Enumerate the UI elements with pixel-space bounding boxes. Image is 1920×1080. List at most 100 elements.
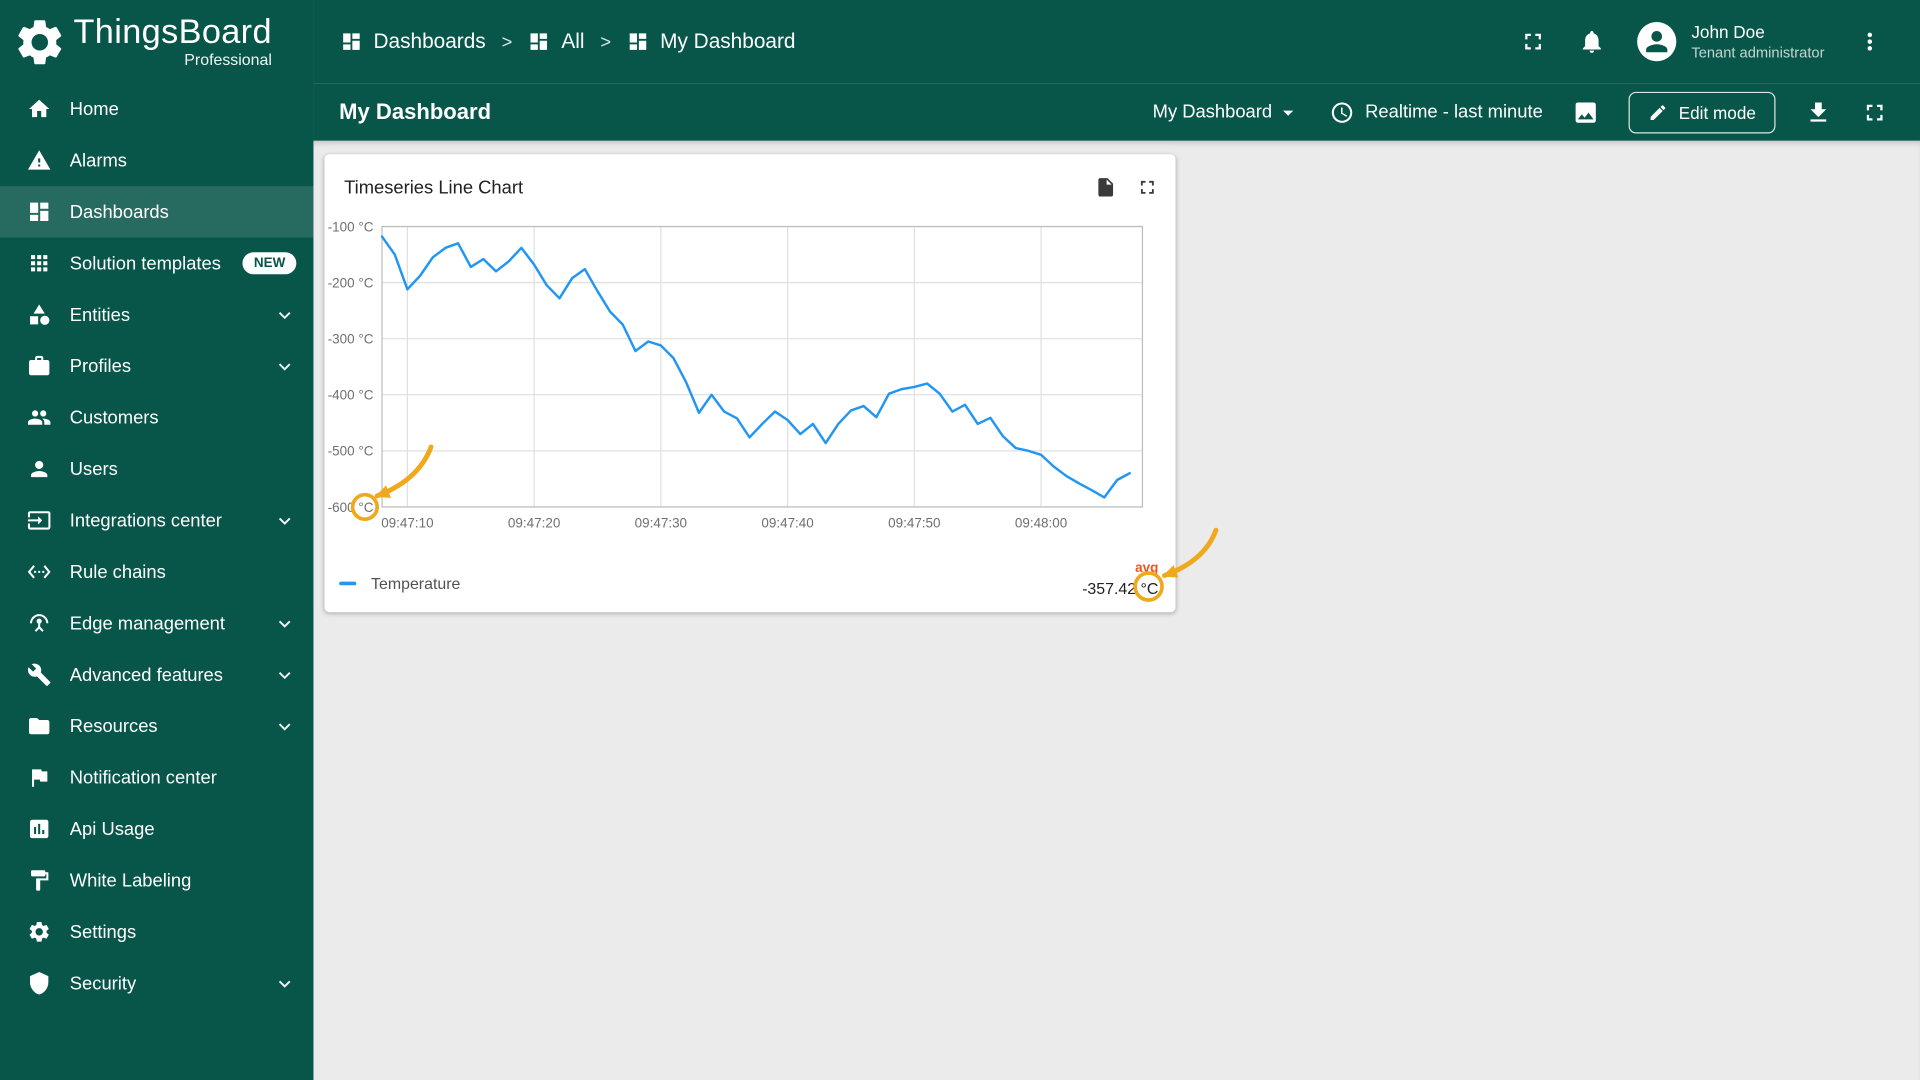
kebab-menu-icon xyxy=(1867,32,1873,51)
advanced-features-icon xyxy=(27,663,51,686)
sidebar-item-label: White Labeling xyxy=(69,870,192,891)
thingsboard-logo[interactable]: ThingsBoard Professional xyxy=(0,0,313,83)
edit-mode-button[interactable]: Edit mode xyxy=(1628,91,1776,133)
dashboard-select[interactable]: My Dashboard xyxy=(1153,100,1301,124)
sidebar-item-users[interactable]: Users xyxy=(0,443,313,494)
settings-icon xyxy=(29,922,49,942)
sidebar-item-resources[interactable]: Resources xyxy=(0,700,313,751)
header: Dashboards > All > My Dashboard John Doe Ten… xyxy=(313,0,1920,84)
app-root: ThingsBoard Professional Home Alarms Dashb… xyxy=(0,0,1920,1080)
fullscreen-button[interactable] xyxy=(1520,28,1547,55)
home-icon xyxy=(28,99,50,118)
breadcrumb-label: All xyxy=(561,29,585,53)
breadcrumb-item-my-dashboard[interactable]: My Dashboard xyxy=(627,29,796,53)
notification-center-icon xyxy=(32,769,48,787)
sidebar-item-profiles[interactable]: Profiles xyxy=(0,340,313,391)
download-button[interactable] xyxy=(1805,99,1832,126)
sidebar-item-integrations-center[interactable]: Integrations center xyxy=(0,495,313,546)
sidebar-item-notification-center[interactable]: Notification center xyxy=(0,752,313,803)
legend-series-name: Temperature xyxy=(371,574,461,593)
breadcrumb-separator: > xyxy=(501,31,513,53)
profiles-icon xyxy=(28,355,50,376)
widget-header: Timeseries Line Chart xyxy=(324,154,1175,198)
integrations-center-icon xyxy=(27,511,51,530)
sidebar-item-entities[interactable]: Entities xyxy=(0,289,313,340)
svg-text:09:48:00: 09:48:00 xyxy=(1015,516,1067,531)
sidebar-item-label: Profiles xyxy=(69,355,132,377)
toolbar-fullscreen-button[interactable] xyxy=(1861,99,1888,126)
sidebar-item-rule-chains[interactable]: Rule chains xyxy=(0,546,313,597)
sidebar-item-label: Dashboards xyxy=(69,201,169,223)
new-badge: NEW xyxy=(242,252,297,275)
avg-label: avg xyxy=(1135,560,1159,576)
user-role: Tenant administrator xyxy=(1691,44,1825,62)
fullscreen-icon xyxy=(1525,33,1542,50)
sidebar-item-solution-templates[interactable]: Solution templates NEW xyxy=(0,238,313,289)
dashboard-icon xyxy=(531,33,548,50)
api-usage-icon xyxy=(30,819,49,839)
svg-text:09:47:50: 09:47:50 xyxy=(888,516,940,531)
header-actions: John Doe Tenant administrator xyxy=(1520,22,1883,62)
sidebar-item-settings[interactable]: Settings xyxy=(0,906,313,957)
chevron-down-icon xyxy=(278,311,291,319)
dashboard-title: My Dashboard xyxy=(339,99,492,124)
sidebar-item-home[interactable]: Home xyxy=(0,83,313,134)
toolbar-actions: My Dashboard Realtime - last minute Edit… xyxy=(1153,91,1888,133)
sidebar-item-label: Settings xyxy=(69,921,137,943)
timeseries-chart: -100 °C -200 °C -300 °C -400 °C -500 °C -600 … xyxy=(328,219,1144,531)
sidebar-item-advanced-features[interactable]: Advanced features xyxy=(0,649,313,700)
sidebar-item-label: Api Usage xyxy=(69,818,155,840)
breadcrumb-label: Dashboards xyxy=(373,29,486,53)
sidebar-item-edge-management[interactable]: Edge management xyxy=(0,598,313,649)
export-widget-button[interactable] xyxy=(1095,176,1117,198)
sidebar-item-label: Resources xyxy=(69,715,158,737)
export-file-icon xyxy=(1098,178,1114,197)
timewindow-label: Realtime - last minute xyxy=(1365,101,1543,123)
background-image-button[interactable] xyxy=(1572,99,1599,126)
avg-value: -357.42 °C xyxy=(1082,579,1159,598)
dashboard-toolbar: My Dashboard My Dashboard Realtime - las… xyxy=(313,83,1920,141)
avatar xyxy=(1637,22,1677,62)
dashboards-icon xyxy=(30,202,49,222)
sidebar-item-customers[interactable]: Customers xyxy=(0,392,313,443)
sidebar-item-label: Entities xyxy=(69,304,131,326)
users-icon xyxy=(31,460,48,478)
legend-aggregation: avg -357.42 °C xyxy=(1082,561,1158,598)
white-labeling-icon xyxy=(31,870,49,891)
breadcrumb-item-dashboards[interactable]: Dashboards xyxy=(340,29,486,53)
more-menu-button[interactable] xyxy=(1856,28,1883,55)
svg-text:-400 °C: -400 °C xyxy=(328,388,374,403)
dashboard-icon xyxy=(629,33,647,50)
sidebar-item-security[interactable]: Security xyxy=(0,958,313,1009)
sidebar-item-label: Advanced features xyxy=(69,664,223,686)
svg-text:-500 °C: -500 °C xyxy=(328,444,374,459)
chevron-down-icon xyxy=(278,722,291,731)
user-menu[interactable]: John Doe Tenant administrator xyxy=(1637,22,1825,62)
chevron-down-icon xyxy=(278,671,291,679)
edit-icon xyxy=(1650,104,1666,120)
sidebar-item-dashboards[interactable]: Dashboards xyxy=(0,186,314,238)
svg-text:-300 °C: -300 °C xyxy=(328,332,374,347)
notifications-button[interactable] xyxy=(1579,28,1606,55)
timewindow-button[interactable]: Realtime - last minute xyxy=(1330,100,1543,124)
legend-item-temperature[interactable]: Temperature xyxy=(339,574,461,593)
dashboard-icon xyxy=(343,33,360,50)
breadcrumb-item-all[interactable]: All xyxy=(528,29,585,53)
sidebar-item-label: Users xyxy=(69,458,118,480)
sidebar-item-label: Notification center xyxy=(69,767,217,788)
entities-icon xyxy=(30,304,50,325)
sidebar-item-alarms[interactable]: Alarms xyxy=(0,135,313,186)
edge-management-icon xyxy=(30,614,49,632)
chevron-down-icon xyxy=(278,619,291,628)
svg-text:09:47:40: 09:47:40 xyxy=(761,516,813,531)
widget-timeseries-line-chart[interactable]: Timeseries Line Chart -100 °C -200 °C -300… xyxy=(324,154,1176,613)
widget-fullscreen-button[interactable] xyxy=(1136,176,1158,198)
sidebar-item-white-labeling[interactable]: White Labeling xyxy=(0,855,313,906)
chevron-down-icon xyxy=(278,517,291,525)
legend-key-line xyxy=(339,581,357,586)
solution-templates-icon xyxy=(31,255,48,272)
sidebar-item-api-usage[interactable]: Api Usage xyxy=(0,803,313,854)
fullscreen-icon xyxy=(1140,180,1154,194)
brand-edition: Professional xyxy=(184,50,272,69)
sidebar-item-label: Alarms xyxy=(69,150,127,171)
